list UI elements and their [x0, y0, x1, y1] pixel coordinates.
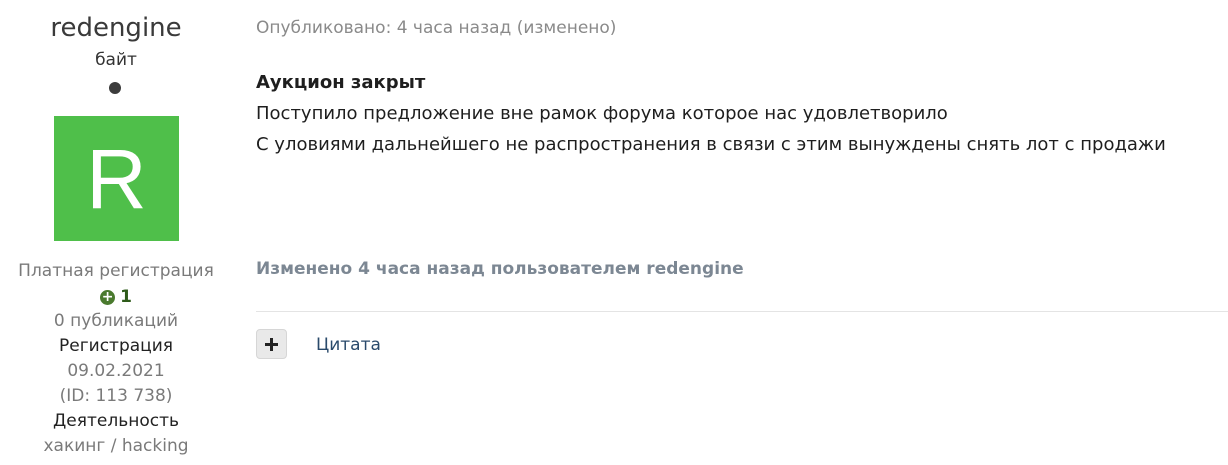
online-status-icon	[109, 82, 121, 94]
quote-button[interactable]: Цитата	[316, 335, 381, 355]
post-count: 0 публикаций	[53, 311, 179, 331]
reputation-badge: + 1	[100, 287, 132, 307]
registration-label: Регистрация	[59, 336, 173, 356]
plus-icon	[265, 337, 278, 351]
activity-label: Деятельность	[53, 411, 179, 431]
author-avatar[interactable]: R	[54, 116, 179, 241]
author-rank: байт	[95, 50, 137, 70]
plus-circle-icon: +	[100, 289, 116, 305]
multiquote-button[interactable]	[256, 329, 287, 359]
avatar-letter: R	[86, 131, 147, 226]
post-paragraph: Поступило предложение вне рамок форума к…	[256, 103, 948, 124]
reputation-row: + 1	[0, 286, 232, 307]
post-divider	[256, 311, 1228, 312]
activity-value: хакинг / hacking	[43, 436, 189, 456]
user-id: (ID: 113 738)	[59, 386, 173, 406]
registration-date: 09.02.2021	[67, 361, 165, 381]
reputation-count: 1	[120, 287, 132, 307]
post-paragraph: С уловиями дальнейшего не распространени…	[256, 134, 1166, 155]
edit-notice: Изменено 4 часа назад пользователем rede…	[256, 259, 744, 279]
post-timestamp: Опубликовано: 4 часа назад (изменено)	[256, 18, 617, 38]
author-name-link[interactable]: redengine	[0, 12, 232, 44]
post-heading: Аукцион закрыт	[256, 72, 426, 93]
member-group: Платная регистрация	[18, 261, 214, 281]
